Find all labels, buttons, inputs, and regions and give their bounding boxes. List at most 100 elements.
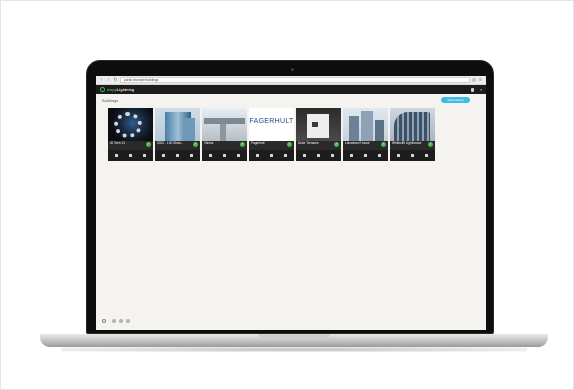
app-logo-text[interactable]: mappLightning bbox=[107, 88, 134, 92]
stat-energy[interactable] bbox=[236, 154, 240, 157]
light-icon bbox=[316, 154, 320, 157]
chevron-down-icon[interactable]: ▾ bbox=[480, 88, 482, 92]
stat-lights[interactable] bbox=[410, 154, 414, 157]
light-icon bbox=[363, 154, 367, 157]
address-url: portal.example/buildings bbox=[124, 78, 159, 82]
building-card[interactable]: Vilnius ✓ bbox=[202, 108, 247, 161]
stat-sensors[interactable] bbox=[397, 154, 401, 157]
status-check-icon: ✓ bbox=[287, 142, 292, 147]
card-stats bbox=[343, 150, 388, 161]
sensor-icon bbox=[350, 154, 354, 157]
building-card[interactable]: Lansdown House ✓ bbox=[343, 108, 388, 161]
reload-icon[interactable]: ↻ bbox=[113, 77, 118, 83]
building-card[interactable]: ID Tech 21 ✓ bbox=[108, 108, 153, 161]
sensor-icon bbox=[303, 154, 307, 157]
light-icon bbox=[128, 154, 132, 157]
social-icon[interactable] bbox=[112, 319, 116, 323]
stat-sensors[interactable] bbox=[303, 154, 307, 157]
stat-lights[interactable] bbox=[363, 154, 367, 157]
page-footer bbox=[102, 319, 130, 323]
card-stats bbox=[296, 150, 341, 161]
light-icon bbox=[410, 154, 414, 157]
sensor-icon bbox=[209, 154, 213, 157]
stat-energy[interactable] bbox=[330, 154, 334, 157]
energy-icon bbox=[236, 154, 240, 157]
card-stats bbox=[155, 150, 200, 161]
sensor-icon bbox=[397, 154, 401, 157]
brand-suffix: Lightning bbox=[117, 87, 135, 92]
building-card[interactable]: FAGERHULT Fagerhult ✓ bbox=[249, 108, 294, 161]
building-photo-art bbox=[361, 111, 373, 141]
building-photo bbox=[390, 108, 435, 141]
browser-toolbar: ‹ › ↻ portal.example/buildings ≡ bbox=[96, 76, 486, 85]
laptop-base bbox=[40, 334, 548, 347]
social-icon[interactable] bbox=[126, 319, 130, 323]
stat-lights[interactable] bbox=[128, 154, 132, 157]
laptop-shadow bbox=[61, 347, 527, 352]
light-icon bbox=[222, 154, 226, 157]
building-name: 2020 - 100 Shad... bbox=[157, 141, 184, 145]
back-icon[interactable]: ‹ bbox=[99, 77, 104, 83]
stat-energy[interactable] bbox=[424, 154, 428, 157]
building-name: Vilnius bbox=[204, 141, 214, 145]
building-photo-art bbox=[394, 112, 430, 141]
footer-logo-icon bbox=[102, 319, 106, 323]
card-stats bbox=[249, 150, 294, 161]
stat-sensors[interactable] bbox=[162, 154, 166, 157]
logo-icon[interactable] bbox=[100, 87, 105, 92]
building-photo-art bbox=[349, 116, 359, 141]
building-card[interactable]: Whitecliff Lighthouse ✓ bbox=[390, 108, 435, 161]
status-check-icon: ✓ bbox=[381, 142, 386, 147]
building-name: Fagerhult bbox=[251, 141, 265, 145]
building-name: Lansdown House bbox=[345, 141, 370, 145]
card-stats bbox=[390, 150, 435, 161]
extension-icon[interactable] bbox=[472, 78, 476, 82]
stat-sensors[interactable] bbox=[209, 154, 213, 157]
camera-icon bbox=[291, 68, 294, 71]
building-photo-art bbox=[312, 122, 318, 127]
stat-sensors[interactable] bbox=[115, 154, 119, 157]
stat-sensors[interactable] bbox=[256, 154, 260, 157]
laptop-lid: ‹ › ↻ portal.example/buildings ≡ mappLig… bbox=[86, 60, 494, 334]
stat-energy[interactable] bbox=[142, 154, 146, 157]
building-card-list: ID Tech 21 ✓ 2020 - 100 Shad... ✓ Vilniu… bbox=[108, 108, 435, 161]
stat-energy[interactable] bbox=[189, 154, 193, 157]
user-icon[interactable] bbox=[471, 87, 475, 92]
sensor-icon bbox=[162, 154, 166, 157]
social-icon[interactable] bbox=[119, 319, 123, 323]
energy-icon bbox=[189, 154, 193, 157]
stat-energy[interactable] bbox=[377, 154, 381, 157]
status-check-icon: ✓ bbox=[240, 142, 245, 147]
menu-icon[interactable]: ≡ bbox=[478, 77, 483, 83]
stat-lights[interactable] bbox=[316, 154, 320, 157]
building-card[interactable]: 2020 - 100 Shad... ✓ bbox=[155, 108, 200, 161]
building-name: Duke Terraces bbox=[298, 141, 319, 145]
stat-energy[interactable] bbox=[283, 154, 287, 157]
stat-lights[interactable] bbox=[175, 154, 179, 157]
app-header: mappLightning ▾ bbox=[96, 85, 486, 94]
stat-sensors[interactable] bbox=[350, 154, 354, 157]
image-frame: ‹ › ↻ portal.example/buildings ≡ mappLig… bbox=[0, 0, 574, 390]
forward-icon[interactable]: › bbox=[106, 77, 111, 83]
building-photo bbox=[202, 108, 247, 141]
energy-icon bbox=[424, 154, 428, 157]
building-photo bbox=[108, 108, 153, 141]
stat-lights[interactable] bbox=[222, 154, 226, 157]
energy-icon bbox=[142, 154, 146, 157]
laptop-notch bbox=[258, 334, 330, 339]
building-card[interactable]: Duke Terraces ✓ bbox=[296, 108, 341, 161]
status-check-icon: ✓ bbox=[193, 142, 198, 147]
status-check-icon: ✓ bbox=[334, 142, 339, 147]
add-building-button[interactable]: Add building bbox=[441, 97, 470, 103]
building-photo bbox=[296, 108, 341, 141]
address-bar[interactable]: portal.example/buildings bbox=[120, 77, 470, 83]
brand-logo-text: FAGERHULT bbox=[249, 118, 294, 125]
stat-lights[interactable] bbox=[269, 154, 273, 157]
light-icon bbox=[269, 154, 273, 157]
energy-icon bbox=[330, 154, 334, 157]
light-icon bbox=[175, 154, 179, 157]
status-check-icon: ✓ bbox=[428, 142, 433, 147]
building-name: Whitecliff Lighthouse bbox=[392, 141, 422, 145]
building-name: ID Tech 21 bbox=[110, 141, 126, 145]
energy-icon bbox=[377, 154, 381, 157]
